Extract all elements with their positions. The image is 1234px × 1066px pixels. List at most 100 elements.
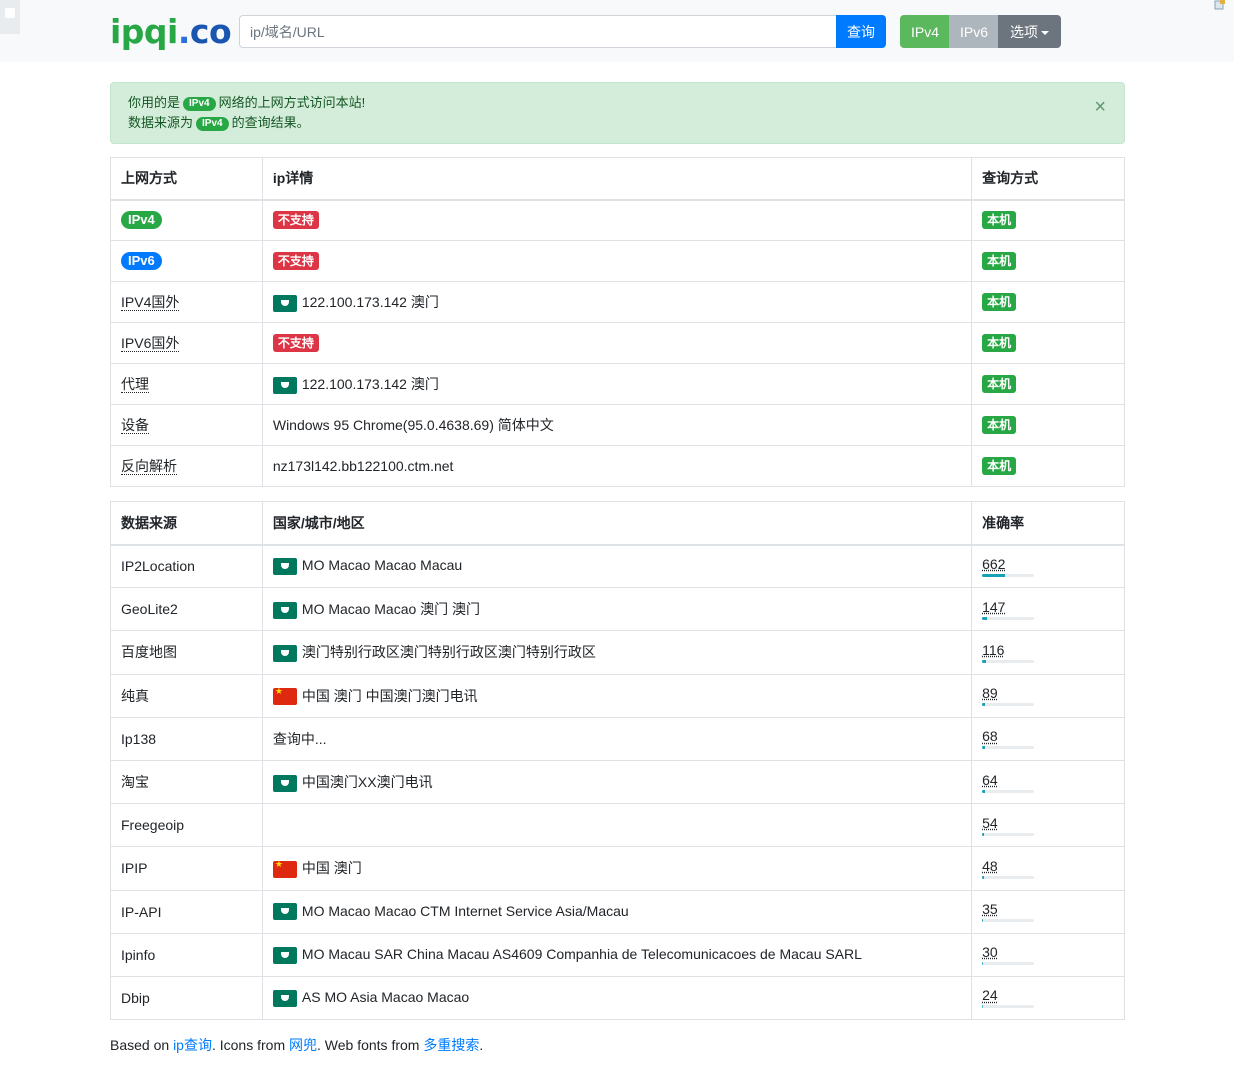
table-row: IPIP 中国 澳门 48	[110, 846, 1125, 891]
query-badge: 本机	[982, 293, 1017, 311]
source-cell: Ip138	[110, 716, 263, 761]
ipv6-button[interactable]: IPv6	[949, 15, 998, 48]
extension-icon[interactable]	[1214, 0, 1226, 10]
ipv4-button[interactable]: IPv4	[900, 15, 949, 48]
column-header: 准确率	[971, 501, 1125, 546]
accuracy-bar-fill	[982, 919, 984, 923]
options-label: 选项	[1010, 23, 1038, 40]
accuracy-bar	[982, 875, 1035, 879]
query-method-cell: 本机	[971, 404, 1125, 446]
accuracy-value[interactable]: 24	[982, 987, 1114, 1003]
accuracy-cell: 64	[971, 759, 1125, 805]
accuracy-value[interactable]: 68	[982, 728, 1114, 744]
macau-flag-icon	[272, 645, 297, 663]
query-badge: 本机	[982, 211, 1017, 230]
close-icon[interactable]: ×	[1094, 97, 1106, 117]
caret-down-icon	[1041, 30, 1049, 35]
location-value: 中国 澳门 中国澳门澳门电讯	[301, 687, 478, 704]
footer-text: Based on	[110, 1037, 174, 1053]
location-cell: 中国 澳门	[261, 846, 973, 891]
alert-text: 网络的上网方式访问本站!	[218, 95, 366, 110]
ip-detail-value: 不支持	[272, 334, 319, 352]
column-header: 国家/城市/地区	[261, 501, 973, 546]
accuracy-value[interactable]: 35	[982, 901, 1114, 917]
query-method-cell: 本机	[971, 322, 1125, 364]
accuracy-cell: 30	[971, 932, 1125, 977]
column-header: 数据来源	[110, 501, 263, 546]
ip-detail-value: 122.100.173.142 澳门	[301, 294, 439, 310]
accuracy-value[interactable]: 116	[982, 642, 1114, 658]
source-cell: 百度地图	[110, 630, 263, 675]
query-badge: 本机	[982, 375, 1017, 393]
column-header: 上网方式	[110, 157, 263, 201]
method-label: IPv4	[121, 211, 162, 230]
accuracy-bar	[982, 746, 1035, 750]
options-dropdown-button[interactable]: 选项	[998, 15, 1061, 48]
table-row: Freegeoip 54	[110, 803, 1125, 848]
accuracy-cell: 147	[971, 587, 1125, 632]
source-cell: Ipinfo	[110, 932, 263, 977]
table-row: IPv4 不支持 本机	[110, 199, 1125, 241]
footer-link-fonts[interactable]: 多重搜索	[423, 1037, 479, 1053]
logo-text: ipqi	[110, 12, 178, 51]
location-cell: MO Macao Macao CTM Internet Service Asia…	[261, 889, 973, 934]
footer: Based on ip查询. Icons from 网兜. Web fonts …	[110, 1035, 483, 1055]
location-value: 查询中...	[272, 730, 327, 747]
footer-link-ip-query[interactable]: ip查询	[173, 1037, 212, 1053]
accuracy-bar-fill	[982, 703, 986, 707]
table-row: GeoLite2 MO Macao Macao 澳门 澳门 147	[110, 587, 1125, 632]
table-row: IPV6国外 不支持 本机	[110, 322, 1125, 364]
table-row: 百度地图 澳门特别行政区澳门特别行政区澳门特别行政区 116	[110, 630, 1125, 675]
table-row: Ip138 查询中... 68	[110, 716, 1125, 761]
macau-flag-icon	[272, 989, 297, 1007]
accuracy-bar	[982, 659, 1035, 663]
accuracy-bar	[982, 616, 1035, 620]
accuracy-bar	[982, 789, 1035, 793]
search-button[interactable]: 查询	[836, 15, 886, 48]
source-cell: GeoLite2	[110, 587, 263, 632]
alert-text: 数据来源为	[128, 115, 194, 130]
footer-link-icons[interactable]: 网兜	[289, 1037, 317, 1053]
query-badge: 本机	[982, 416, 1017, 434]
location-cell: AS MO Asia Macao Macao	[261, 975, 973, 1021]
accuracy-value[interactable]: 30	[982, 944, 1114, 960]
table-header-row: 数据来源 国家/城市/地区 准确率	[110, 501, 1125, 546]
accuracy-bar-fill	[982, 962, 984, 966]
query-badge: 本机	[982, 334, 1017, 352]
table-row: 纯真 中国 澳门 中国澳门澳门电讯 89	[110, 673, 1125, 718]
accuracy-cell: 89	[971, 673, 1125, 718]
search-input[interactable]	[239, 15, 836, 48]
accuracy-bar-fill	[982, 616, 988, 620]
location-cell: 查询中...	[261, 716, 973, 761]
accuracy-value[interactable]: 54	[982, 815, 1114, 831]
accuracy-value[interactable]: 64	[982, 772, 1114, 788]
site-logo[interactable]: ipqi.co	[110, 12, 232, 51]
location-cell: MO Macao Macao 澳门 澳门	[261, 587, 973, 632]
china-flag-icon	[272, 859, 297, 879]
accuracy-value[interactable]: 48	[982, 858, 1114, 874]
accuracy-bar-fill	[982, 789, 985, 793]
accuracy-value[interactable]: 147	[982, 599, 1114, 615]
accuracy-bar-fill	[982, 1005, 984, 1009]
accuracy-cell: 68	[971, 716, 1125, 761]
table-row: Ipinfo MO Macau SAR China Macau AS4609 Co…	[110, 932, 1125, 977]
ip-detail-cell: 122.100.173.142 澳门	[261, 281, 973, 323]
table-row: 代理 122.100.173.142 澳门 本机	[110, 363, 1125, 405]
ip-detail-cell: 不支持	[261, 199, 973, 241]
accuracy-value[interactable]: 662	[982, 556, 1114, 572]
ip-detail-value: 不支持	[272, 211, 319, 230]
source-cell: IP-API	[110, 889, 263, 934]
location-value: MO Macao Macao Macau	[301, 557, 463, 574]
accuracy-value[interactable]: 89	[982, 685, 1114, 701]
table-row: Dbip AS MO Asia Macao Macao 24	[110, 975, 1125, 1021]
query-method-cell: 本机	[971, 199, 1125, 241]
method-label: 代理	[121, 376, 149, 393]
footer-text: . Web fonts from	[317, 1037, 424, 1053]
accuracy-bar	[982, 832, 1035, 836]
ip-detail-cell: nz173l142.bb122100.ctm.net	[261, 445, 973, 487]
query-method-cell: 本机	[971, 363, 1125, 405]
method-cell: 代理	[110, 363, 263, 405]
location-cell	[261, 803, 973, 848]
location-value: 中国 澳门	[301, 860, 362, 877]
connection-table: 上网方式 ip详情 查询方式 IPv4 不支持 本机 IPv6 不支持 本机 IPV4国外 1…	[110, 157, 1125, 487]
